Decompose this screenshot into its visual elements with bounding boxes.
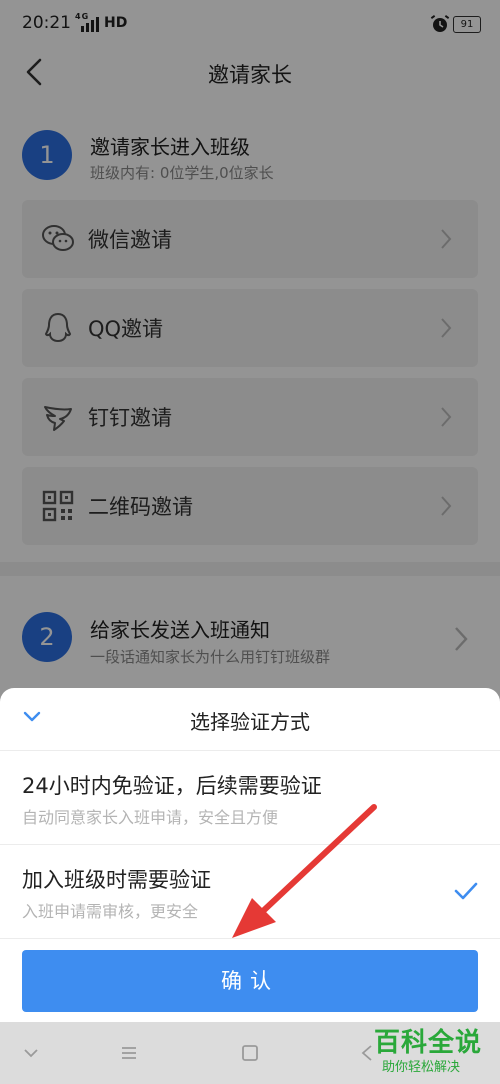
nav-down-icon[interactable] bbox=[22, 1044, 40, 1062]
confirm-button[interactable]: 确认 bbox=[22, 950, 478, 1012]
home-icon[interactable] bbox=[241, 1044, 259, 1062]
option-title: 24小时内免验证，后续需要验证 bbox=[22, 774, 322, 798]
option-subtitle: 自动同意家长入班申请，安全且方便 bbox=[22, 808, 279, 827]
option-title: 加入班级时需要验证 bbox=[22, 868, 211, 892]
option-24h-free[interactable]: 24小时内免验证，后续需要验证 自动同意家长入班申请，安全且方便 bbox=[0, 750, 500, 845]
check-icon bbox=[454, 882, 478, 900]
option-require-verify[interactable]: 加入班级时需要验证 入班申请需审核，更安全 bbox=[0, 844, 500, 939]
verification-sheet: 选择验证方式 24小时内免验证，后续需要验证 自动同意家长入班申请，安全且方便 … bbox=[0, 688, 500, 1022]
menu-icon[interactable] bbox=[120, 1044, 138, 1062]
watermark-tagline: 助你轻松解决 bbox=[382, 1060, 461, 1075]
sheet-title: 选择验证方式 bbox=[190, 710, 310, 734]
watermark-logo: 百科全说 bbox=[374, 1028, 483, 1058]
option-subtitle: 入班申请需审核，更安全 bbox=[22, 902, 199, 921]
